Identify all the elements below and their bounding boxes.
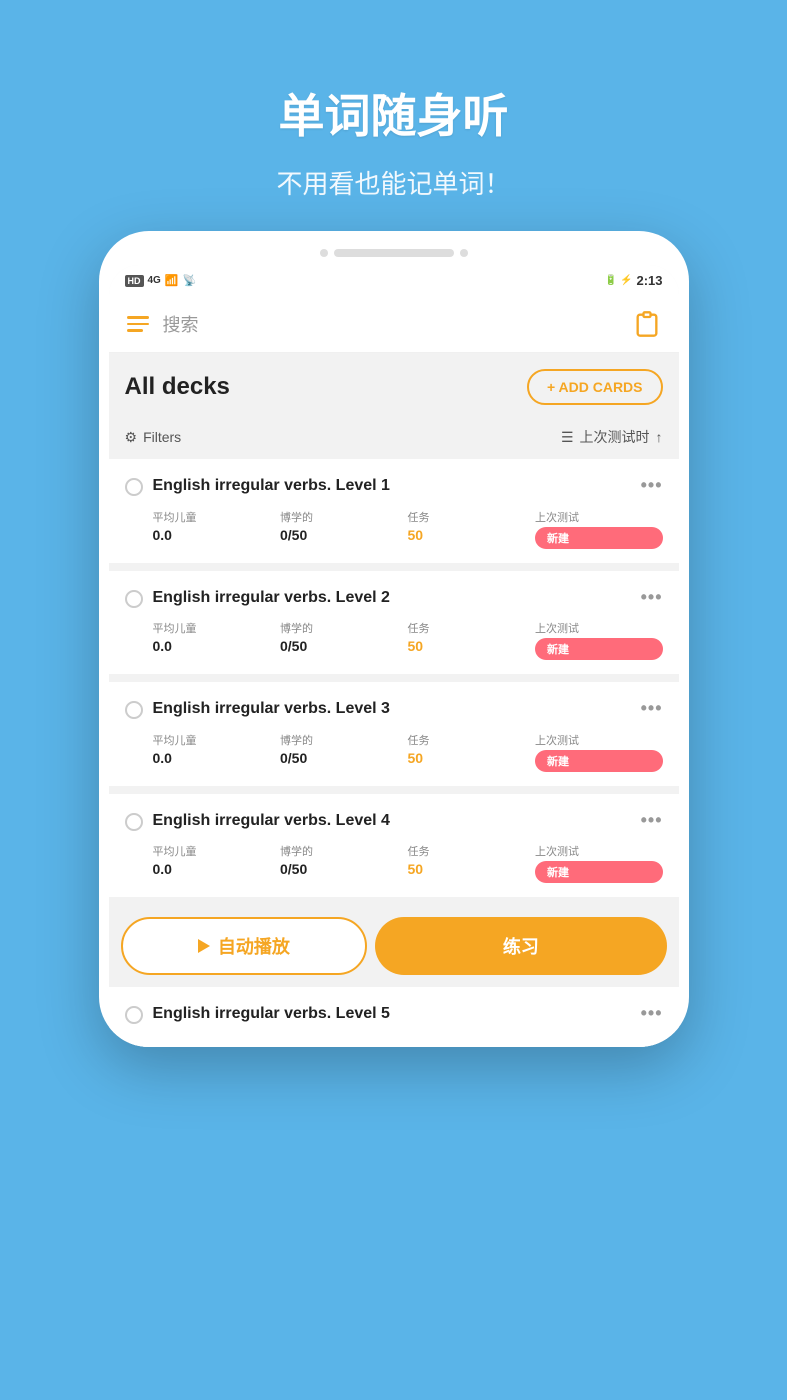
stat-avg-2: 平均儿童 0.0: [153, 620, 281, 660]
deck-checkbox-5[interactable]: [125, 1006, 143, 1024]
deck-checkbox-3[interactable]: [125, 701, 143, 719]
filters-bar: ⚙ Filters ☰ 上次测试时 ↑: [109, 419, 679, 459]
practice-label: 练习: [503, 933, 539, 959]
deck-checkbox-1[interactable]: [125, 478, 143, 496]
deck-more-3[interactable]: •••: [641, 698, 663, 719]
sort-icon: ☰: [561, 429, 574, 446]
filters-left[interactable]: ⚙ Filters: [125, 429, 182, 446]
deck-stats-4: 平均儿童 0.0 博学的 0/50 任务 50 上次测试: [153, 843, 663, 883]
deck-title-3: English irregular verbs. Level 3: [153, 698, 631, 720]
time-display: 2:13: [636, 273, 662, 288]
hamburger-line-3: [127, 329, 143, 332]
hamburger-line-1: [127, 316, 149, 319]
practice-button[interactable]: 练习: [375, 917, 666, 975]
add-cards-button[interactable]: + ADD CARDS: [527, 369, 663, 405]
autoplay-button[interactable]: 自动播放: [121, 917, 368, 975]
battery-indicator: 🔋 ⚡: [605, 275, 633, 286]
stat-learned-1: 博学的 0/50: [280, 509, 408, 549]
hd-badge: HD: [125, 275, 144, 287]
deck-title-2: English irregular verbs. Level 2: [153, 587, 631, 609]
deck-card-4[interactable]: English irregular verbs. Level 4 ••• 平均儿…: [109, 794, 679, 898]
decks-header: All decks + ADD CARDS: [109, 353, 679, 419]
filter-icon: ⚙: [125, 429, 138, 446]
hero-subtitle: 不用看也能记单词！: [276, 164, 510, 201]
stat-lasttest-3: 上次测试 新建: [535, 732, 663, 772]
content-area: All decks + ADD CARDS ⚙ Filters ☰ 上次测试时 …: [109, 353, 679, 1047]
bottom-buttons: 自动播放 练习: [109, 905, 679, 987]
stat-task-2: 任务 50: [408, 620, 536, 660]
signal-icon: 📶: [165, 274, 179, 287]
hero-title: 单词随身听: [279, 80, 509, 146]
wifi-icon: 📡: [183, 274, 197, 287]
deck-checkbox-4[interactable]: [125, 813, 143, 831]
deck-card-1[interactable]: English irregular verbs. Level 1 ••• 平均儿…: [109, 459, 679, 563]
clipboard-icon[interactable]: [633, 310, 661, 338]
deck-card-5-partial[interactable]: English irregular verbs. Level 5 •••: [109, 987, 679, 1047]
status-right: 🔋 ⚡ 2:13: [605, 273, 663, 288]
sort-label: 上次测试时: [580, 427, 650, 447]
hamburger-menu[interactable]: [127, 316, 149, 332]
stat-task-1: 任务 50: [408, 509, 536, 549]
stat-lasttest-1: 上次测试 新建: [535, 509, 663, 549]
search-label[interactable]: 搜索: [163, 311, 633, 337]
network-type: 4G: [148, 275, 161, 286]
stat-learned-2: 博学的 0/50: [280, 620, 408, 660]
stat-avg-3: 平均儿童 0.0: [153, 732, 281, 772]
nav-bar: 搜索: [109, 296, 679, 353]
deck-title-1: English irregular verbs. Level 1: [153, 475, 631, 497]
play-icon: [198, 939, 210, 953]
battery-bolt: ⚡: [620, 275, 632, 286]
stat-lasttest-4: 上次测试 新建: [535, 843, 663, 883]
autoplay-label: 自动播放: [218, 933, 290, 959]
deck-more-5[interactable]: •••: [641, 1003, 663, 1024]
deck-card-3[interactable]: English irregular verbs. Level 3 ••• 平均儿…: [109, 682, 679, 786]
deck-checkbox-2[interactable]: [125, 590, 143, 608]
phone-notch: [109, 249, 679, 257]
deck-more-2[interactable]: •••: [641, 587, 663, 608]
deck-stats-1: 平均儿童 0.0 博学的 0/50 任务 50 上次测试: [153, 509, 663, 549]
stat-lasttest-2: 上次测试 新建: [535, 620, 663, 660]
filters-label: Filters: [143, 429, 181, 445]
decks-title: All decks: [125, 373, 230, 401]
sort-control[interactable]: ☰ 上次测试时 ↑: [561, 427, 663, 447]
notch-pill: [334, 249, 454, 257]
deck-title-4: English irregular verbs. Level 4: [153, 810, 631, 832]
stat-avg-1: 平均儿童 0.0: [153, 509, 281, 549]
deck-more-4[interactable]: •••: [641, 810, 663, 831]
battery-icon: 🔋: [605, 275, 617, 286]
phone-screen: HD 4G 📶 📡 🔋 ⚡ 2:13 搜索: [109, 265, 679, 1047]
notch-dot-right: [460, 249, 468, 257]
stat-task-3: 任务 50: [408, 732, 536, 772]
status-left: HD 4G 📶 📡: [125, 274, 197, 287]
stat-task-4: 任务 50: [408, 843, 536, 883]
phone-mockup: HD 4G 📶 📡 🔋 ⚡ 2:13 搜索: [99, 231, 689, 1047]
notch-dot-left: [320, 249, 328, 257]
deck-card-2[interactable]: English irregular verbs. Level 2 ••• 平均儿…: [109, 571, 679, 675]
deck-stats-2: 平均儿童 0.0 博学的 0/50 任务 50 上次测试: [153, 620, 663, 660]
hamburger-line-2: [127, 323, 149, 326]
deck-title-5: English irregular verbs. Level 5: [153, 1003, 631, 1025]
stat-avg-4: 平均儿童 0.0: [153, 843, 281, 883]
deck-more-1[interactable]: •••: [641, 475, 663, 496]
stat-learned-4: 博学的 0/50: [280, 843, 408, 883]
deck-list: English irregular verbs. Level 1 ••• 平均儿…: [109, 459, 679, 1047]
deck-stats-3: 平均儿童 0.0 博学的 0/50 任务 50 上次测试: [153, 732, 663, 772]
stat-learned-3: 博学的 0/50: [280, 732, 408, 772]
status-bar: HD 4G 📶 📡 🔋 ⚡ 2:13: [109, 265, 679, 296]
sort-arrow-icon: ↑: [656, 429, 663, 445]
hero-section: 单词随身听 不用看也能记单词！: [0, 0, 787, 231]
